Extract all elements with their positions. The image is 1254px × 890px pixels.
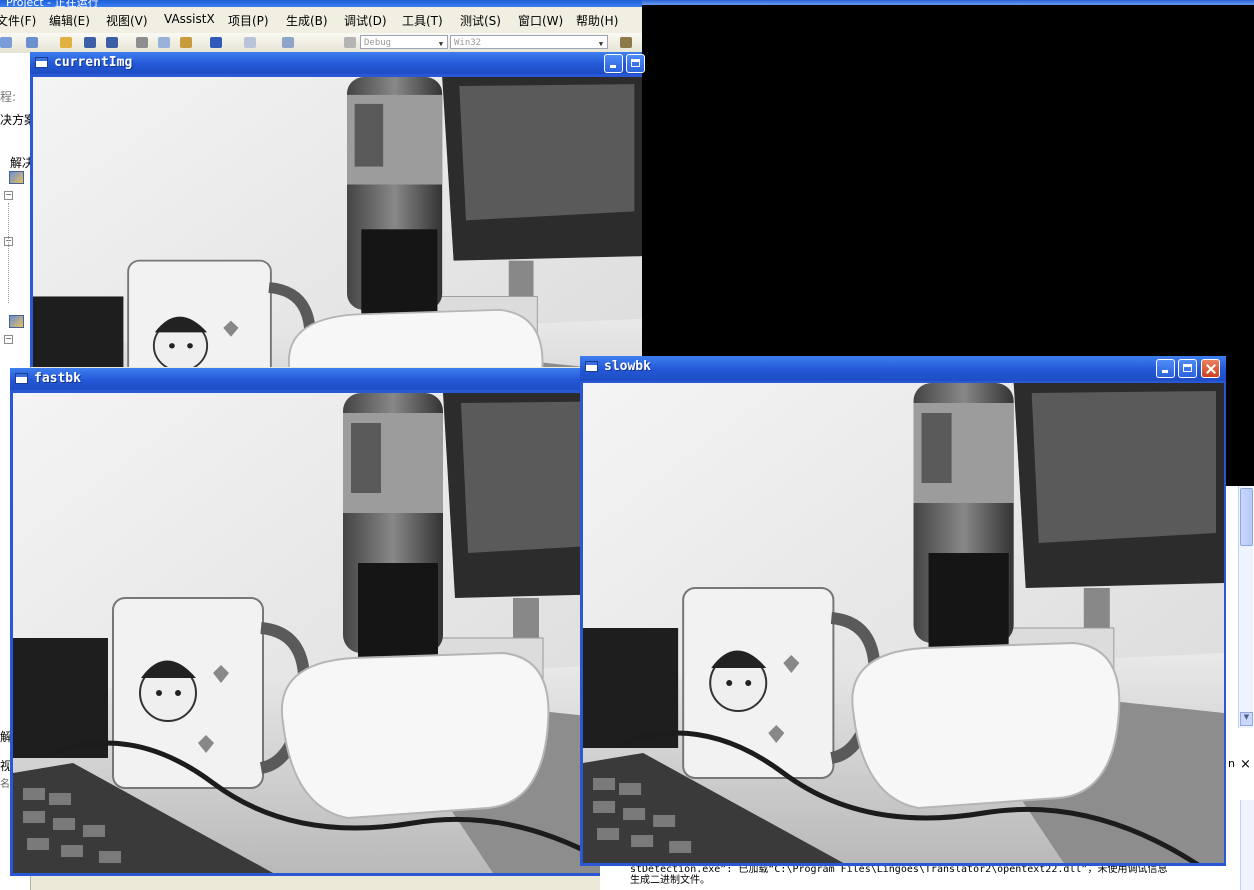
close-button[interactable]: [1201, 359, 1220, 378]
navigate-icon[interactable]: [282, 37, 294, 48]
slow-background-title-bar[interactable]: slowbk: [580, 356, 1226, 381]
project-icon: [9, 315, 24, 328]
vs-title-bar: Project - 正在运行: [0, 0, 642, 9]
current-image-title-bar[interactable]: currentImg: [30, 52, 645, 74]
panel-label: 程:: [0, 90, 17, 104]
window-icon: [585, 361, 598, 372]
menu-window[interactable]: 窗口(W): [518, 12, 563, 29]
fast-background-window[interactable]: fastbk: [10, 368, 600, 876]
maximize-button[interactable]: [626, 54, 645, 73]
collapse-icon[interactable]: −: [4, 335, 13, 344]
console-title-bar[interactable]: [642, 0, 1254, 5]
add-item-icon[interactable]: [26, 37, 38, 48]
paste-icon[interactable]: [180, 37, 192, 48]
fast-background-title-bar[interactable]: fastbk: [10, 368, 600, 390]
menu-bar: 文件(F) 编辑(E) 视图(V) VAssistX 项目(P) 生成(B) 调…: [0, 7, 642, 34]
platform-value: Win32: [454, 38, 482, 48]
menu-view[interactable]: 视图(V): [106, 12, 148, 29]
new-project-icon[interactable]: [0, 37, 12, 48]
find-icon[interactable]: [620, 37, 632, 48]
standard-toolbar: Debug ▼ Win32 ▼: [0, 33, 642, 53]
scroll-down-icon[interactable]: ▼: [1240, 712, 1253, 726]
menu-help[interactable]: 帮助(H): [576, 12, 618, 29]
chevron-down-icon: ▼: [598, 40, 604, 48]
open-folder-icon[interactable]: [60, 37, 72, 48]
output-line: 生成二进制文件。: [630, 875, 710, 886]
output-scrollbar[interactable]: [1240, 800, 1254, 890]
platform-dropdown[interactable]: Win32 ▼: [450, 35, 608, 49]
editor-scrollbar[interactable]: ▼: [1238, 486, 1253, 728]
tree-line: [8, 203, 9, 303]
minimize-button[interactable]: [604, 54, 623, 73]
configuration-value: Debug: [364, 38, 392, 48]
menu-tools[interactable]: 工具(T): [402, 12, 443, 29]
save-all-icon[interactable]: [106, 37, 118, 48]
current-image-view: [33, 77, 642, 367]
configuration-dropdown[interactable]: Debug ▼: [360, 35, 448, 49]
menu-test[interactable]: 测试(S): [460, 12, 501, 29]
minimize-button[interactable]: [1156, 359, 1175, 378]
webcam-frame: [583, 383, 1224, 863]
window-title: currentImg: [54, 55, 133, 70]
save-icon[interactable]: [84, 37, 96, 48]
webcam-frame: [33, 77, 642, 367]
menu-build[interactable]: 生成(B): [286, 12, 328, 29]
window-title: slowbk: [604, 359, 651, 374]
window-icon: [15, 373, 28, 384]
menu-project[interactable]: 项目(P): [228, 12, 269, 29]
current-image-window[interactable]: currentImg: [30, 52, 645, 367]
menu-vassistx[interactable]: VAssistX: [164, 12, 215, 26]
copy-icon[interactable]: [158, 37, 170, 48]
menu-edit[interactable]: 编辑(E): [49, 12, 90, 29]
maximize-button[interactable]: [1178, 359, 1197, 378]
partial-glyph: n: [1228, 757, 1235, 770]
chevron-down-icon: ▼: [438, 40, 444, 48]
fast-background-view: [13, 393, 600, 873]
menu-debug[interactable]: 调试(D): [344, 12, 387, 29]
collapse-icon[interactable]: −: [4, 191, 13, 200]
output-panel: stDetection.exe”: 已加载“C:\Program Files\L…: [600, 864, 1240, 890]
slow-background-window[interactable]: slowbk: [580, 356, 1226, 866]
scrollbar-thumb[interactable]: [1240, 488, 1253, 546]
webcam-frame: [13, 393, 600, 873]
menu-file[interactable]: 文件(F): [0, 12, 36, 29]
window-title: fastbk: [34, 371, 81, 386]
start-debug-icon[interactable]: [344, 37, 356, 48]
slow-background-view: [583, 383, 1224, 863]
undo-icon[interactable]: [210, 37, 222, 48]
close-icon[interactable]: ×: [1240, 757, 1251, 772]
cut-icon[interactable]: [136, 37, 148, 48]
window-icon: [35, 57, 48, 68]
project-icon: [9, 171, 24, 184]
redo-icon[interactable]: [244, 37, 256, 48]
